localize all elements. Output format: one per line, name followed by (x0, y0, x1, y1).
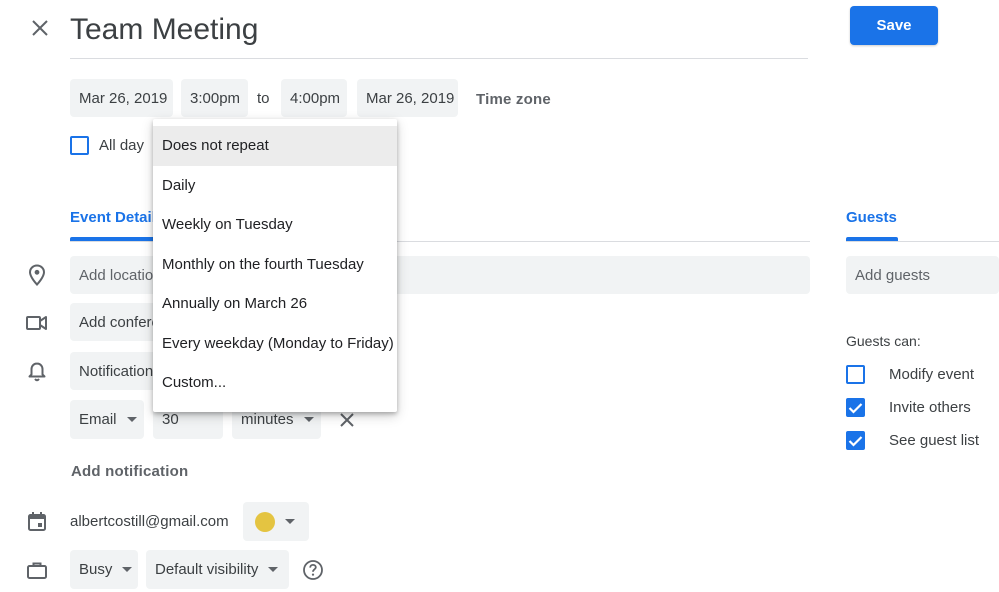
video-camera-icon (25, 311, 49, 335)
close-icon (32, 20, 48, 36)
availability-select[interactable]: Busy (70, 550, 138, 589)
menu-item-every-weekday[interactable]: Every weekday (Monday to Friday) (153, 324, 397, 364)
tab-event-details[interactable]: Event Details (70, 209, 164, 226)
menu-item-custom[interactable]: Custom... (153, 363, 397, 403)
all-day-checkbox[interactable] (70, 136, 89, 155)
checkmark-icon (848, 402, 863, 414)
visibility-select[interactable]: Default visibility (146, 550, 289, 589)
notification-method-value: Email (79, 411, 117, 428)
calendar-owner: albertcostill@gmail.com (70, 513, 229, 530)
see-guest-list-checkbox[interactable] (846, 431, 865, 450)
repeat-dropdown-menu: Does not repeat Daily Weekly on Tuesday … (153, 119, 397, 412)
menu-item-monthly[interactable]: Monthly on the fourth Tuesday (153, 245, 397, 285)
add-guests-placeholder: Add guests (855, 266, 931, 284)
location-placeholder: Add location (79, 266, 162, 284)
to-label: to (257, 90, 270, 107)
event-title: Team Meeting (70, 13, 259, 46)
modify-event-checkbox[interactable] (846, 365, 865, 384)
tab-guests[interactable]: Guests (846, 209, 897, 226)
chevron-down-icon (122, 567, 133, 572)
divider (846, 241, 999, 242)
chevron-down-icon (126, 417, 137, 422)
visibility-value: Default visibility (155, 561, 259, 578)
menu-item-does-not-repeat[interactable]: Does not repeat (153, 126, 397, 166)
guests-permissions-title: Guests can: (846, 333, 921, 349)
add-notification-button[interactable]: Add notification (71, 463, 188, 480)
help-button[interactable] (302, 559, 324, 581)
chevron-down-icon (268, 567, 279, 572)
location-pin-icon (25, 263, 49, 287)
end-time-button[interactable]: 4:00pm (281, 79, 347, 117)
see-guest-list-label: See guest list (889, 432, 980, 449)
close-button[interactable] (26, 14, 54, 42)
chevron-down-icon (285, 519, 295, 524)
notification-unit-value: minutes (241, 411, 294, 428)
modify-event-label: Modify event (889, 366, 975, 383)
start-date-button[interactable]: Mar 26, 2019 (70, 79, 173, 117)
checkmark-icon (848, 435, 863, 447)
end-date-button[interactable]: Mar 26, 2019 (357, 79, 458, 117)
timezone-button[interactable]: Time zone (476, 91, 551, 108)
invite-others-checkbox[interactable] (846, 398, 865, 417)
notification-value: 30 (162, 411, 179, 428)
bell-icon (25, 359, 49, 383)
title-field[interactable]: Team Meeting (70, 8, 808, 59)
close-icon (340, 413, 354, 427)
all-day-label: All day (99, 137, 145, 154)
calendar-icon (25, 509, 49, 533)
chevron-down-icon (303, 417, 314, 422)
remove-notification-button[interactable] (337, 410, 357, 430)
color-swatch (255, 511, 275, 532)
add-guests-input[interactable]: Add guests (846, 256, 999, 294)
menu-item-weekly[interactable]: Weekly on Tuesday (153, 205, 397, 245)
start-time-button[interactable]: 3:00pm (181, 79, 248, 117)
notification-method-select[interactable]: Email (70, 400, 144, 439)
help-icon (303, 560, 323, 580)
invite-others-label: Invite others (889, 399, 971, 416)
briefcase-icon (25, 558, 49, 582)
menu-item-daily[interactable]: Daily (153, 166, 397, 206)
menu-item-annually[interactable]: Annually on March 26 (153, 284, 397, 324)
event-color-select[interactable] (243, 502, 309, 541)
save-button[interactable]: Save (850, 6, 938, 45)
availability-value: Busy (79, 561, 113, 578)
